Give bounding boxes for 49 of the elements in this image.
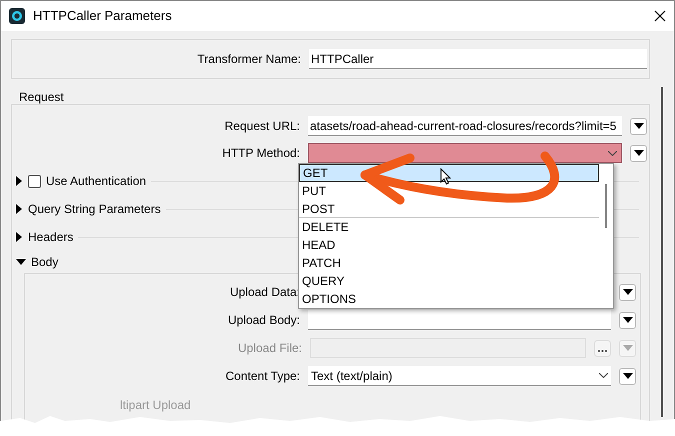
option-item[interactable]: HEAD	[299, 236, 599, 254]
collapsed-triangle-icon[interactable]	[16, 232, 22, 242]
field-label: HTTP Method:	[222, 145, 300, 162]
expanded-triangle-icon[interactable]	[16, 259, 26, 265]
field-label: Transformer Name:	[197, 51, 301, 68]
option-item[interactable]: QUERY	[299, 272, 599, 290]
option-item[interactable]: DELETE	[299, 218, 599, 236]
app-logo-icon	[9, 8, 25, 24]
close-icon[interactable]	[654, 10, 666, 22]
field-label: Upload File:	[238, 340, 302, 357]
caret-icon	[622, 373, 632, 379]
option-item[interactable]: OPTIONS	[299, 290, 599, 308]
section-title: ltipart Upload	[120, 397, 192, 414]
option-item[interactable]: POST	[299, 200, 599, 218]
menu-button[interactable]	[619, 368, 636, 384]
scrollbar[interactable]	[661, 87, 663, 417]
chevron-icon	[599, 373, 608, 378]
collapsed-triangle-icon[interactable]	[16, 176, 22, 186]
menu-button[interactable]	[630, 118, 647, 134]
input-field[interactable]: atasets/road-ahead-current-road-closures/records?limit=5	[308, 116, 622, 136]
field-label: Content Type:	[226, 368, 300, 385]
caret-icon	[622, 317, 632, 323]
dropdown-field[interactable]	[308, 143, 622, 163]
more-icon[interactable]	[594, 340, 611, 356]
input-field[interactable]	[308, 310, 611, 330]
section-title[interactable]: Use Authentication	[46, 172, 146, 190]
field-label: Upload Data:	[230, 284, 300, 301]
field-label: Upload Body:	[228, 312, 300, 329]
mouse-pointer-icon	[440, 168, 452, 185]
dropdown-field[interactable]: Text (text/plain)	[308, 366, 611, 386]
menu-button[interactable]	[619, 312, 636, 328]
menu-button[interactable]	[630, 144, 647, 162]
caret-icon	[622, 345, 632, 351]
section-title[interactable]: Body	[31, 253, 58, 271]
section-title[interactable]: Query String Parameters	[28, 200, 161, 218]
caret-icon	[634, 150, 644, 156]
group-title: Request	[19, 89, 65, 104]
input-field[interactable]: HTTPCaller	[309, 49, 647, 69]
caret-icon	[634, 123, 644, 129]
window-title: HTTPCaller Parameters	[33, 7, 172, 26]
option-item[interactable]: PATCH	[299, 254, 599, 272]
section-title[interactable]: Headers	[28, 228, 74, 246]
field-label: Request URL:	[224, 118, 300, 135]
collapsed-triangle-icon[interactable]	[16, 204, 22, 214]
checkbox[interactable]	[28, 174, 41, 188]
chevron-icon	[608, 150, 617, 156]
menu-button[interactable]	[619, 284, 636, 300]
option-item[interactable]: PUT	[299, 182, 599, 200]
caret-icon	[622, 289, 632, 295]
